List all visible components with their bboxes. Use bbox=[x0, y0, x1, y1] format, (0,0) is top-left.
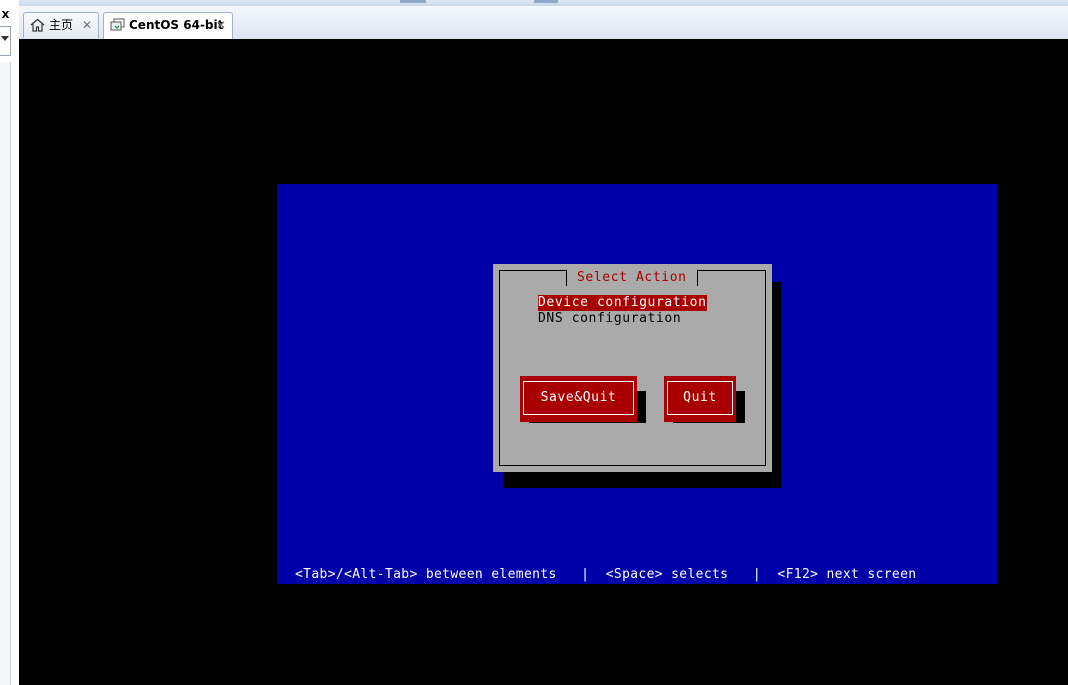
panel-scrollbar[interactable] bbox=[0, 62, 11, 685]
strip-marker bbox=[534, 0, 558, 3]
dialog-title: Select Action bbox=[566, 270, 698, 286]
button-label: Quit bbox=[667, 381, 733, 415]
help-line: <Tab>/<Alt-Tab> between elements | <Spac… bbox=[295, 567, 917, 582]
menu-item-dns-configuration[interactable]: DNS configuration bbox=[538, 311, 681, 327]
tab-close-icon[interactable]: ✕ bbox=[82, 13, 92, 37]
tab-label: 主页 bbox=[49, 18, 74, 32]
tab-centos-vm[interactable]: CentOS 64-bit ✕ bbox=[103, 12, 233, 39]
vm-console[interactable]: Select Action Device configuration DNS c… bbox=[19, 39, 1068, 685]
chevron-down-icon bbox=[1, 36, 9, 41]
panel-close-button[interactable]: x bbox=[0, 6, 11, 22]
strip-marker bbox=[400, 0, 426, 3]
tab-close-icon[interactable]: ✕ bbox=[216, 13, 226, 37]
menu-item-device-configuration[interactable]: Device configuration bbox=[538, 295, 707, 311]
host-side-panel: x bbox=[0, 0, 20, 685]
select-action-dialog: Select Action Device configuration DNS c… bbox=[493, 264, 772, 472]
home-icon bbox=[30, 18, 45, 32]
vm-icon bbox=[110, 18, 125, 31]
tui-screen: Select Action Device configuration DNS c… bbox=[277, 184, 997, 584]
tab-home[interactable]: 主页 ✕ bbox=[23, 12, 99, 38]
save-quit-button[interactable]: Save&Quit bbox=[520, 376, 637, 422]
panel-dropdown[interactable] bbox=[0, 26, 11, 56]
quit-button[interactable]: Quit bbox=[664, 376, 736, 422]
tab-bar: 主页 ✕ CentOS 64-bit ✕ bbox=[19, 6, 1068, 40]
tab-label: CentOS 64-bit bbox=[129, 18, 224, 32]
button-label: Save&Quit bbox=[523, 381, 634, 415]
